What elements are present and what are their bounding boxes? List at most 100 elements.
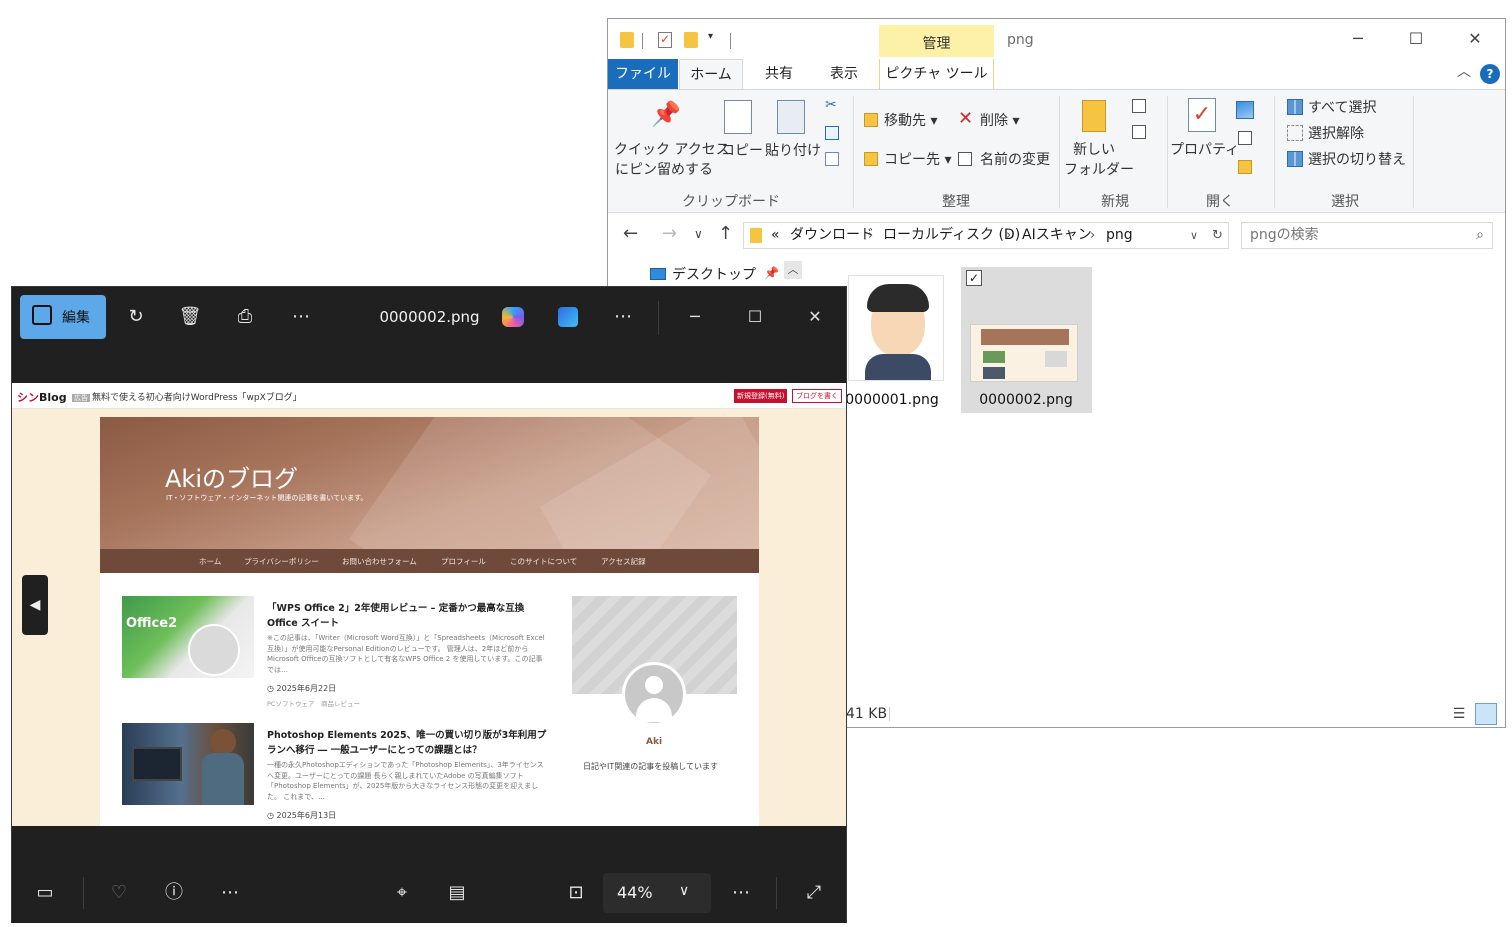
file-name[interactable]: 0000001.png bbox=[844, 392, 940, 408]
zoom-dropdown[interactable]: 44% ∨ bbox=[603, 873, 711, 913]
info-icon[interactable]: ⓘ bbox=[162, 881, 186, 905]
edit-button[interactable]: 編集 bbox=[20, 295, 106, 339]
pin-icon: 📌 bbox=[651, 100, 681, 128]
nav-item: ホーム bbox=[199, 557, 222, 566]
close-button[interactable]: ✕ bbox=[1452, 27, 1498, 53]
address-dropdown-icon[interactable]: ∨ bbox=[1190, 223, 1198, 248]
toolbar-divider bbox=[776, 877, 777, 909]
edit-image-icon bbox=[32, 305, 52, 325]
tab-share[interactable]: 共有 bbox=[751, 59, 807, 89]
fit-to-window-icon[interactable]: ⊡ bbox=[564, 881, 588, 905]
delete-button[interactable]: 削除 ▾ bbox=[980, 110, 1019, 130]
file-thumbnail[interactable] bbox=[848, 275, 944, 381]
ribbon-group-divider bbox=[1274, 96, 1275, 208]
file-thumbnail[interactable] bbox=[970, 324, 1078, 382]
post-date-text: 2025年6月13日 bbox=[276, 811, 337, 820]
post-excerpt: ※この記事は、「Writer（Microsoft Word互換）」と「Sprea… bbox=[267, 634, 545, 674]
context-tab-manage[interactable]: 管理 bbox=[879, 25, 994, 57]
tab-home[interactable]: ホーム bbox=[679, 59, 743, 89]
help-icon[interactable]: ? bbox=[1480, 64, 1500, 84]
rename-icon bbox=[958, 152, 972, 166]
copilot-icon[interactable] bbox=[502, 307, 524, 327]
pin-icon: 📌 bbox=[764, 266, 779, 280]
easy-access-icon[interactable] bbox=[1132, 125, 1146, 139]
recent-locations-chevron-icon[interactable]: ∨ bbox=[694, 227, 703, 241]
invert-selection-button[interactable]: 選択の切り替え bbox=[1308, 149, 1406, 169]
file-name[interactable]: 0000002.png bbox=[976, 392, 1076, 408]
forward-arrow-icon[interactable]: → bbox=[662, 223, 677, 244]
more-options-icon[interactable]: ⋯ bbox=[729, 881, 753, 905]
text-scan-icon[interactable]: ▤ bbox=[445, 881, 469, 905]
designer-icon[interactable] bbox=[558, 307, 578, 327]
nav-item: プライバシーポリシー bbox=[244, 557, 319, 566]
new-folder-button[interactable]: 新しい フォルダー bbox=[1064, 140, 1134, 180]
large-icons-view-icon[interactable] bbox=[1475, 703, 1497, 725]
breadcrumb-item[interactable]: AIスキャン bbox=[1022, 223, 1092, 248]
breadcrumb-separator-icon[interactable]: › bbox=[1090, 223, 1095, 248]
move-to-button[interactable]: 移動先 ▾ bbox=[884, 110, 937, 130]
group-organize-label: 整理 bbox=[942, 194, 970, 210]
address-bar[interactable]: « ダウンロード › ローカルディスク (D) › AIスキャン › png ∨… bbox=[743, 222, 1229, 249]
thumb-image bbox=[983, 351, 1005, 363]
rename-button[interactable]: 名前の変更 bbox=[980, 149, 1050, 169]
collapse-ribbon-icon[interactable]: ︿ bbox=[1457, 61, 1471, 81]
favorite-heart-icon[interactable]: ♡ bbox=[107, 881, 131, 905]
visual-search-icon[interactable]: ⌖ bbox=[390, 881, 414, 905]
maximize-button[interactable]: ☐ bbox=[740, 305, 770, 329]
tab-picture-tools[interactable]: ピクチャ ツール bbox=[879, 59, 994, 89]
copy-button[interactable]: コピー bbox=[721, 140, 763, 160]
search-input[interactable]: pngの検索 ⌕ bbox=[1241, 222, 1493, 249]
edit-icon[interactable] bbox=[1238, 131, 1252, 145]
new-folder-icon[interactable] bbox=[684, 32, 698, 48]
breadcrumb-item[interactable]: ローカルディスク (D) bbox=[883, 223, 1020, 248]
more-options-icon[interactable]: ⋯ bbox=[611, 305, 635, 329]
minimize-button[interactable]: ─ bbox=[680, 305, 710, 329]
details-view-icon[interactable]: ☰ bbox=[1448, 703, 1470, 725]
scroll-up-button[interactable]: ︿ bbox=[784, 261, 802, 279]
breadcrumb-item[interactable]: ダウンロード bbox=[790, 223, 874, 248]
ribbon-group-divider bbox=[1413, 96, 1414, 208]
close-button[interactable]: ✕ bbox=[800, 305, 830, 329]
open-image-icon[interactable] bbox=[1236, 101, 1254, 119]
properties-icon: ✓ bbox=[1188, 98, 1216, 132]
customize-toolbar-dropdown-icon[interactable]: ▾ bbox=[708, 31, 713, 42]
breadcrumb-item[interactable]: png bbox=[1106, 223, 1133, 248]
properties-button[interactable]: プロパティ bbox=[1170, 140, 1239, 160]
breadcrumb-overflow[interactable]: « bbox=[771, 223, 780, 248]
minimize-button[interactable]: ─ bbox=[1335, 27, 1381, 53]
up-arrow-icon[interactable]: ↑ bbox=[718, 223, 733, 244]
more-options-icon[interactable]: ⋯ bbox=[289, 305, 313, 329]
post-date: ◷ 2025年6月13日 bbox=[267, 811, 337, 820]
pin-to-quick-access-button[interactable]: クイック アクセス にピン留めする bbox=[614, 140, 730, 180]
paste-button[interactable]: 貼り付け bbox=[765, 140, 821, 160]
refresh-icon[interactable]: ↻ bbox=[1212, 223, 1223, 248]
breadcrumb-separator-icon[interactable]: › bbox=[868, 223, 873, 248]
paste-shortcut-icon[interactable] bbox=[825, 152, 839, 166]
thumb-image bbox=[983, 367, 1005, 379]
select-none-button[interactable]: 選択解除 bbox=[1308, 123, 1364, 143]
cut-icon[interactable]: ✂ bbox=[825, 98, 839, 112]
previous-image-button[interactable]: ◀ bbox=[22, 575, 48, 635]
history-icon[interactable] bbox=[1238, 160, 1252, 174]
new-item-icon[interactable] bbox=[1132, 99, 1146, 113]
nav-item: アクセス記録 bbox=[601, 557, 646, 566]
more-options-icon[interactable]: ⋯ bbox=[218, 881, 242, 905]
invert-selection-icon bbox=[1287, 151, 1303, 167]
copy-to-button[interactable]: コピー先 ▾ bbox=[884, 149, 951, 169]
fullscreen-icon[interactable]: ⤢ bbox=[802, 881, 826, 905]
select-all-button[interactable]: すべて選択 bbox=[1308, 97, 1376, 117]
search-placeholder: pngの検索 bbox=[1250, 227, 1319, 243]
breadcrumb-separator-icon[interactable]: › bbox=[1006, 223, 1011, 248]
properties-checkmark-icon[interactable]: ✓ bbox=[658, 32, 672, 48]
nav-item-desktop[interactable]: デスクトップ bbox=[672, 264, 756, 284]
back-arrow-icon[interactable]: ← bbox=[623, 223, 638, 244]
filmstrip-icon[interactable]: ▭ bbox=[33, 881, 57, 905]
tab-view[interactable]: 表示 bbox=[815, 59, 873, 89]
rotate-icon[interactable]: ↻ bbox=[124, 305, 148, 329]
maximize-button[interactable]: ☐ bbox=[1393, 27, 1439, 53]
copy-path-icon[interactable] bbox=[825, 126, 839, 140]
selection-checkbox[interactable]: ✓ bbox=[966, 270, 982, 286]
tab-file[interactable]: ファイル bbox=[608, 59, 678, 89]
delete-icon[interactable]: 🗑 bbox=[178, 305, 202, 329]
print-icon[interactable]: ⎙ bbox=[233, 305, 257, 329]
